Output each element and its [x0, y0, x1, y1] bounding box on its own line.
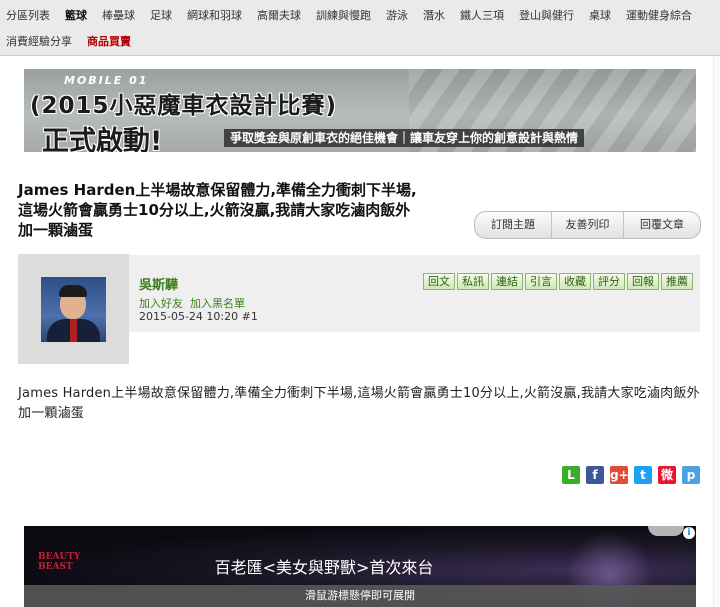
share-bar: Lf g+ t 微 p [562, 466, 700, 484]
add-friend-link[interactable]: 加入好友 [139, 295, 183, 311]
twitter-icon[interactable]: t [634, 466, 652, 484]
nav-item[interactable]: 消費經驗分享 [6, 33, 72, 49]
avatar-hair [59, 285, 87, 297]
nav-item[interactable]: 運動健身綜合 [626, 7, 692, 23]
report-button[interactable]: 回報 [627, 273, 659, 290]
nav-row-secondary: 消費經驗分享 商品買賣 [6, 33, 146, 49]
facebook-icon[interactable]: f [586, 466, 604, 484]
banner-ad[interactable]: MOBILE 01 (2015小惡魔車衣設計比賽) 正式啟動! 爭取獎金與原創車… [24, 69, 696, 152]
author-name[interactable]: 吳斯驊 [139, 274, 178, 293]
banner-title: (2015小惡魔車衣設計比賽) [30, 93, 338, 119]
post-meta: 2015-05-24 10:20 #1 [139, 310, 258, 323]
post-body: James Harden上半場故意保留體力,準備全力衝刺下半場,這場火箭會贏勇士… [18, 386, 700, 421]
top-nav: 分區列表 籃球 棒壘球 足球 網球和羽球 高爾夫球 訓練與慢跑 游泳 潛水 鐵人三項 登山與健行 桌球… [0, 0, 720, 56]
post-tools: 回文 私訊 連結 引言 收藏 評分 回報 推薦 [423, 273, 693, 290]
weibo-icon[interactable]: 微 [658, 466, 676, 484]
add-blacklist-link[interactable]: 加入黑名單 [190, 295, 245, 311]
nav-item[interactable]: 鐵人三項 [460, 7, 504, 23]
nav-item[interactable]: 登山與健行 [519, 7, 574, 23]
ad-close-handle[interactable] [648, 526, 684, 536]
reply-post-button[interactable]: 回文 [423, 273, 455, 290]
nav-row-primary: 分區列表 籃球 棒壘球 足球 網球和羽球 高爾夫球 訓練與慢跑 游泳 潛水 鐵人三項 登山與健行 桌球… [6, 7, 707, 23]
video-ad[interactable]: BEAUTY BEAST 百老匯<美女與野獸>首次來台 滑鼠游標懸停即可展開 [24, 526, 696, 607]
avatar-tie [70, 319, 77, 342]
ad-headline: 百老匯<美女與野獸>首次來台 [214, 558, 434, 577]
nav-item[interactable]: 高爾夫球 [257, 7, 301, 23]
reply-button[interactable]: 回覆文章 [624, 212, 700, 238]
ad-expand-strip[interactable]: 滑鼠游標懸停即可展開 [24, 585, 696, 607]
nav-item[interactable]: 游泳 [386, 7, 408, 23]
ad-info-icon[interactable]: i [683, 527, 695, 539]
bookmark-button[interactable]: 收藏 [559, 273, 591, 290]
nav-item[interactable]: 商品買賣 [87, 33, 131, 49]
subscribe-button[interactable]: 訂閱主題 [475, 212, 552, 238]
nav-item[interactable]: 網球和羽球 [187, 7, 242, 23]
banner-subtitle: 爭取獎金與原創車衣的絕佳機會｜讓車友穿上你的創意設計與熱情 [224, 129, 585, 147]
thread-actions: 訂閱主題 友善列印 回覆文章 [474, 211, 701, 239]
rate-button[interactable]: 評分 [593, 273, 625, 290]
page-edge [713, 56, 720, 607]
nav-item[interactable]: 分區列表 [6, 7, 50, 23]
recommend-button[interactable]: 推薦 [661, 273, 693, 290]
nav-item[interactable]: 足球 [150, 7, 172, 23]
nav-item[interactable]: 桌球 [589, 7, 611, 23]
nav-item[interactable]: 訓練與慢跑 [316, 7, 371, 23]
google-plus-icon[interactable]: g+ [610, 466, 629, 484]
banner-start-text: 正式啟動! [42, 126, 163, 152]
plurk-icon[interactable]: p [682, 466, 700, 484]
link-button[interactable]: 連結 [491, 273, 523, 290]
nav-item[interactable]: 籃球 [65, 7, 87, 23]
avatar[interactable] [41, 277, 106, 342]
nav-item[interactable]: 棒壘球 [102, 7, 135, 23]
print-button[interactable]: 友善列印 [552, 212, 624, 238]
thread-title: James Harden上半場故意保留體力,準備全力衝刺下半場,這場火箭會贏勇士… [18, 181, 417, 239]
line-icon[interactable]: L [562, 466, 580, 484]
author-links: 加入好友 加入黑名單 [139, 295, 252, 311]
quote-button[interactable]: 引言 [525, 273, 557, 290]
private-message-button[interactable]: 私訊 [457, 273, 489, 290]
nav-item[interactable]: 潛水 [423, 7, 445, 23]
